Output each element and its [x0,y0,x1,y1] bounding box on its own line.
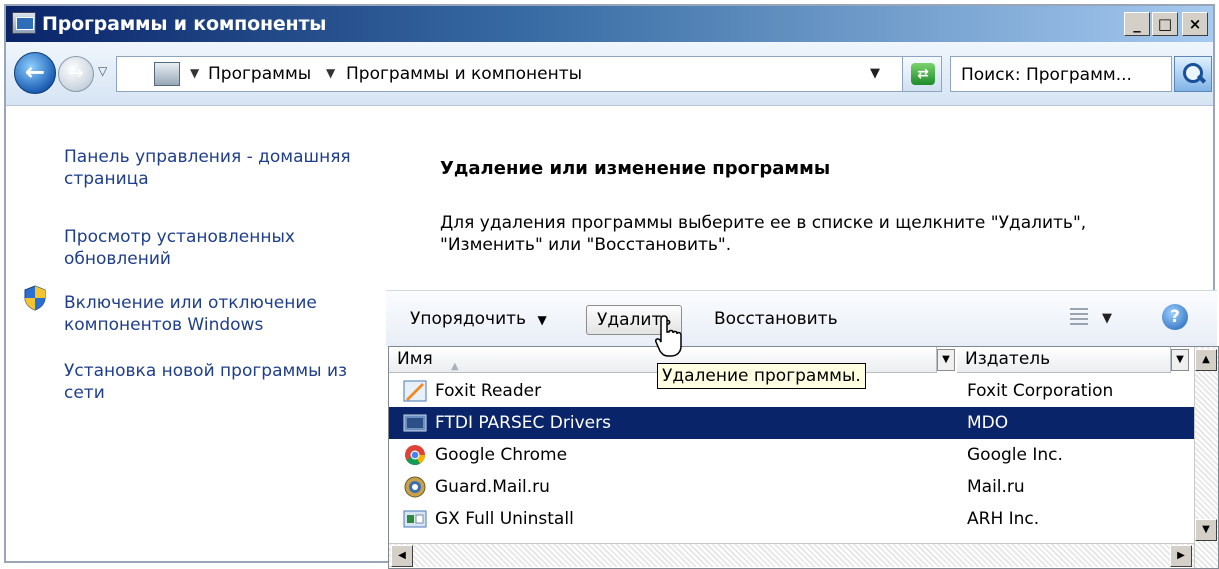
vertical-scrollbar[interactable]: ▲ ▼ [1194,347,1218,568]
publisher-filter-dropdown-icon[interactable]: ▼ [1171,349,1189,371]
name-filter-dropdown-icon[interactable]: ▼ [937,349,955,371]
address-dropdown-icon[interactable]: ▼ [870,66,880,81]
navigation-bar: ← → ▽ ▼ Программы ▼ Программы и компонен… [6,42,1213,106]
scroll-left-button[interactable]: ◀ [391,545,413,567]
page-description: Для удаления программы выберите ее в спи… [440,213,1087,255]
search-icon[interactable] [1174,56,1212,92]
scroll-right-button[interactable]: ▶ [1170,545,1192,567]
back-button[interactable]: ← [14,52,56,94]
refresh-icon: ⇄ [911,63,935,85]
command-toolbar: Упорядочить ▼ Удалить Восстановить [386,290,1217,346]
help-icon[interactable]: ? [1162,304,1188,330]
chevron-down-icon: ▼ [537,313,547,327]
control-panel-icon [12,12,36,34]
forward-button[interactable]: → [58,56,94,92]
list-item-selected[interactable]: FTDI PARSEC Drivers MDO [389,407,1195,439]
task-windows-features[interactable]: Включение или отключение компонентов Win… [64,292,354,336]
program-name: Guard.Mail.ru [435,477,550,497]
organize-button[interactable]: Упорядочить ▼ [400,305,557,335]
foxit-icon [403,380,427,402]
program-publisher: ARH Inc. [967,509,1040,529]
control-panel-small-icon [154,62,180,86]
refresh-button[interactable]: ⇄ [902,56,942,92]
shield-icon [24,285,46,311]
breadcrumb-arrow-icon[interactable]: ▼ [190,66,199,80]
column-name-label: Имя [397,349,433,369]
history-dropdown-icon[interactable]: ▽ [98,64,107,78]
list-item[interactable]: GX Full Uninstall ARH Inc. [389,503,1195,535]
program-publisher: Google Inc. [967,445,1063,465]
program-name: Foxit Reader [435,381,542,401]
programs-window: Программы и компоненты _ □ × ← → ▽ ▼ Про… [4,4,1219,569]
program-publisher: MDO [967,413,1009,433]
hand-cursor-icon [655,315,682,357]
views-dropdown-icon[interactable]: ▼ [1102,311,1112,326]
scroll-down-button[interactable]: ▼ [1195,519,1217,541]
window-title: Программы и компоненты [42,13,327,35]
uninstaller-icon [403,510,427,528]
list-item[interactable]: Google Chrome Google Inc. [389,439,1195,471]
close-button[interactable]: × [1182,12,1208,36]
program-publisher: Foxit Corporation [967,381,1114,401]
program-publisher: Mail.ru [967,477,1025,497]
title-bar[interactable]: Программы и компоненты _ □ × [6,6,1213,42]
horizontal-scrollbar[interactable]: ◀ ▶ [389,543,1194,567]
program-name: GX Full Uninstall [435,509,574,529]
installer-icon [403,414,427,432]
search-input[interactable]: Поиск: Программ... [950,56,1172,92]
page-title: Удаление или изменение программы [440,158,831,179]
views-icon[interactable] [1070,308,1088,326]
program-name: FTDI PARSEC Drivers [435,413,611,433]
breadcrumb-arrow-icon[interactable]: ▼ [326,66,335,80]
minimize-button[interactable]: _ [1124,12,1150,36]
task-view-updates[interactable]: Просмотр установленных обновлений [64,226,314,270]
column-header-publisher[interactable]: Издатель [957,347,1171,373]
breadcrumb-programs[interactable]: Программы [208,64,311,84]
list-item[interactable]: Guard.Mail.ru Mail.ru [389,471,1195,503]
scroll-up-button[interactable]: ▲ [1195,349,1217,371]
guard-icon [404,476,426,498]
repair-button[interactable]: Восстановить [704,305,848,335]
maximize-button[interactable]: □ [1152,12,1178,36]
task-control-panel-home[interactable]: Панель управления - домашняя страница [64,146,364,190]
uninstall-tooltip: Удаление программы. [657,363,866,389]
breadcrumb-programs-features[interactable]: Программы и компоненты [346,64,582,84]
chrome-icon [405,445,425,465]
organize-label: Упорядочить [410,309,527,329]
program-name: Google Chrome [435,445,568,465]
column-publisher-label: Издатель [965,349,1051,369]
task-install-from-network[interactable]: Установка новой программы из сети [64,360,364,404]
